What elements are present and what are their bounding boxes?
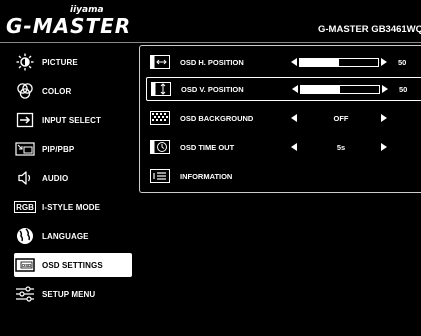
sidebar-item-label: SETUP MENU — [42, 289, 96, 299]
sidebar-item-audio[interactable]: AUDIO — [14, 166, 132, 190]
increase-arrow-icon[interactable] — [381, 143, 387, 151]
sidebar-item-label: COLOR — [42, 86, 72, 96]
sidebar-item-language[interactable]: LANGUAGE — [14, 224, 132, 248]
osd-h-position-row[interactable]: OSD H. POSITION 50 — [146, 50, 421, 74]
globe-icon — [14, 226, 36, 246]
sidebar-item-label: PICTURE — [42, 57, 78, 67]
input-select-icon — [14, 110, 36, 130]
background-value: OFF — [333, 113, 349, 123]
sidebar-item-input-select[interactable]: INPUT SELECT — [14, 108, 132, 132]
decrease-arrow-icon[interactable] — [291, 114, 297, 122]
decrease-arrow-icon[interactable] — [291, 143, 297, 151]
increase-arrow-icon[interactable] — [382, 85, 388, 93]
row-label: INFORMATION — [180, 171, 233, 181]
v-position-value: 50 — [399, 84, 408, 94]
color-circles-icon — [14, 81, 36, 101]
information-icon — [150, 169, 170, 183]
osd-timeout-row[interactable]: OSD TIME OUT 5s — [146, 135, 421, 159]
row-label: OSD BACKGROUND — [180, 113, 254, 123]
h-position-icon — [150, 55, 170, 69]
sidebar-item-label: OSD SETTINGS — [42, 260, 103, 270]
timeout-value: 5s — [336, 142, 346, 152]
row-label: OSD H. POSITION — [180, 57, 244, 67]
sidebar-item-color[interactable]: COLOR — [14, 79, 132, 103]
model-name: G-MASTER GB3461WQSU — [318, 24, 421, 35]
timeout-icon — [150, 140, 170, 154]
row-label: OSD V. POSITION — [181, 84, 244, 94]
pip-icon — [14, 139, 36, 159]
decrease-arrow-icon[interactable] — [291, 58, 297, 66]
slider-fill — [300, 58, 339, 66]
osd-v-position-row[interactable]: OSD V. POSITION 50 — [146, 77, 421, 101]
h-position-slider[interactable] — [299, 57, 379, 67]
sidebar-item-setup-menu[interactable]: SETUP MENU — [14, 282, 132, 306]
sidebar-item-label: PIP/PBP — [42, 144, 75, 154]
speaker-icon — [14, 168, 36, 188]
sliders-icon — [14, 284, 36, 304]
decrease-arrow-icon[interactable] — [292, 85, 298, 93]
osd-background-row[interactable]: OSD BACKGROUND OFF — [146, 106, 421, 130]
sidebar-item-osd-settings[interactable]: OSD OSD SETTINGS — [14, 253, 132, 277]
svg-text:RGB: RGB — [16, 203, 34, 212]
osd-icon: OSD — [14, 255, 36, 275]
header-divider — [0, 42, 421, 43]
rgb-icon: RGB — [14, 197, 36, 217]
sidebar-item-label: INPUT SELECT — [42, 115, 101, 125]
brightness-icon — [14, 52, 36, 72]
svg-text:OSD: OSD — [22, 263, 33, 268]
sidebar-item-label: I-STYLE MODE — [42, 202, 101, 212]
v-position-slider[interactable] — [300, 84, 380, 94]
osd-settings-panel: OSD H. POSITION 50 OSD V. POSITION 50 OS… — [139, 45, 421, 193]
g-master-logo: G-MASTER — [6, 14, 132, 38]
information-row[interactable]: INFORMATION — [146, 164, 421, 188]
sidebar-item-label: LANGUAGE — [42, 231, 89, 241]
v-position-icon — [151, 82, 171, 96]
h-position-value: 50 — [398, 57, 407, 67]
row-label: OSD TIME OUT — [180, 142, 235, 152]
slider-fill — [301, 85, 340, 93]
sidebar-item-picture[interactable]: PICTURE — [14, 50, 132, 74]
osd-header: iiyama G-MASTER G-MASTER GB3461WQSU — [0, 0, 421, 44]
background-icon — [150, 111, 170, 125]
sidebar-item-i-style-mode[interactable]: RGB I-STYLE MODE — [14, 195, 132, 219]
sidebar-item-label: AUDIO — [42, 173, 69, 183]
increase-arrow-icon[interactable] — [381, 114, 387, 122]
increase-arrow-icon[interactable] — [381, 58, 387, 66]
sidebar-item-pip-pbp[interactable]: PIP/PBP — [14, 137, 132, 161]
